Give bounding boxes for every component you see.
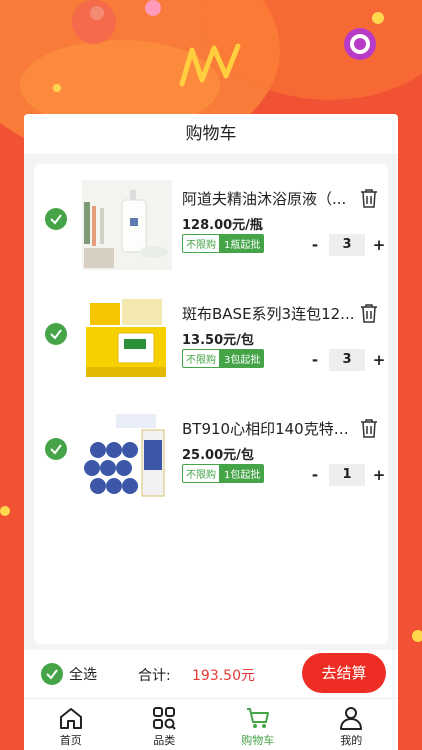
item-check-icon[interactable]: [45, 438, 67, 460]
select-all-toggle[interactable]: 全选: [41, 663, 97, 685]
cart-icon: [246, 708, 269, 728]
checkout-bar: 全选 合计: 193.50元 去结算: [24, 650, 398, 698]
category-icon: [153, 707, 176, 730]
tab-profile[interactable]: 我的: [305, 699, 399, 750]
tab-cart[interactable]: 购物车: [211, 699, 305, 750]
quantity-field[interactable]: 1: [329, 464, 365, 486]
bottom-tab-bar: 首页 品类 购物车 我的: [24, 698, 398, 750]
min-order-tag: 1包起批: [220, 464, 265, 483]
checkout-button[interactable]: 去结算: [302, 653, 386, 693]
toilet-roll-image[interactable]: [82, 410, 172, 500]
item-name[interactable]: BT910心相印140克特柔...: [182, 418, 357, 439]
plus-button[interactable]: +: [370, 236, 388, 254]
item-price: 25.00元/包: [182, 448, 254, 463]
tab-home[interactable]: 首页: [24, 699, 118, 750]
minus-button[interactable]: -: [306, 236, 324, 254]
plus-button[interactable]: +: [370, 466, 388, 484]
purchase-limit-tag: 不限购: [182, 234, 220, 253]
cart-item: BT910心相印140克特柔... 25.00元/包 不限购 1包起批 - 1 …: [34, 394, 388, 504]
bottle-image[interactable]: [82, 180, 172, 270]
minus-button[interactable]: -: [306, 466, 324, 484]
page-title: 购物车: [24, 114, 398, 154]
trash-icon[interactable]: [360, 188, 378, 208]
min-order-tag: 1瓶起批: [220, 234, 265, 253]
minus-button[interactable]: -: [306, 351, 324, 369]
item-tags: 不限购 1瓶起批: [182, 234, 265, 253]
purchase-limit-tag: 不限购: [182, 464, 220, 483]
trash-icon[interactable]: [360, 418, 378, 438]
quantity-stepper: - 1 +: [306, 464, 388, 486]
min-order-tag: 3包起批: [220, 349, 265, 368]
plus-button[interactable]: +: [370, 351, 388, 369]
quantity-field[interactable]: 3: [329, 234, 365, 256]
trash-icon[interactable]: [360, 303, 378, 323]
tab-label: 首页: [59, 734, 82, 747]
select-all-label: 全选: [69, 667, 97, 683]
item-name[interactable]: 阿道夫精油沐浴原液（...: [182, 188, 357, 209]
user-icon: [340, 707, 363, 730]
swirl-ball-icon: [344, 28, 376, 60]
quantity-stepper: - 3 +: [306, 234, 388, 256]
tissue-box-image[interactable]: [82, 295, 172, 385]
item-tags: 不限购 1包起批: [182, 464, 265, 483]
cart-item: 阿道夫精油沐浴原液（... 128.00元/瓶 不限购 1瓶起批 - 3 +: [34, 164, 388, 274]
purchase-limit-tag: 不限购: [182, 349, 220, 368]
item-price: 128.00元/瓶: [182, 218, 263, 233]
tab-label: 品类: [153, 734, 176, 747]
tab-label: 购物车: [241, 734, 275, 747]
quantity-stepper: - 3 +: [306, 349, 388, 371]
item-check-icon[interactable]: [45, 208, 67, 230]
cart-item-list: 阿道夫精油沐浴原液（... 128.00元/瓶 不限购 1瓶起批 - 3 + 斑…: [34, 164, 388, 644]
tab-label: 我的: [340, 734, 363, 747]
item-price: 13.50元/包: [182, 333, 254, 348]
item-check-icon[interactable]: [45, 323, 67, 345]
item-tags: 不限购 3包起批: [182, 349, 265, 368]
total-value: 193.50元: [192, 668, 255, 684]
total-label: 合计:: [138, 668, 171, 684]
quantity-field[interactable]: 3: [329, 349, 365, 371]
item-name[interactable]: 斑布BASE系列3连包12...: [182, 303, 357, 324]
cart-item: 斑布BASE系列3连包12... 13.50元/包 不限购 3包起批 - 3 +: [34, 279, 388, 389]
home-icon: [59, 708, 82, 729]
tab-category[interactable]: 品类: [118, 699, 212, 750]
select-all-check-icon[interactable]: [41, 663, 63, 685]
